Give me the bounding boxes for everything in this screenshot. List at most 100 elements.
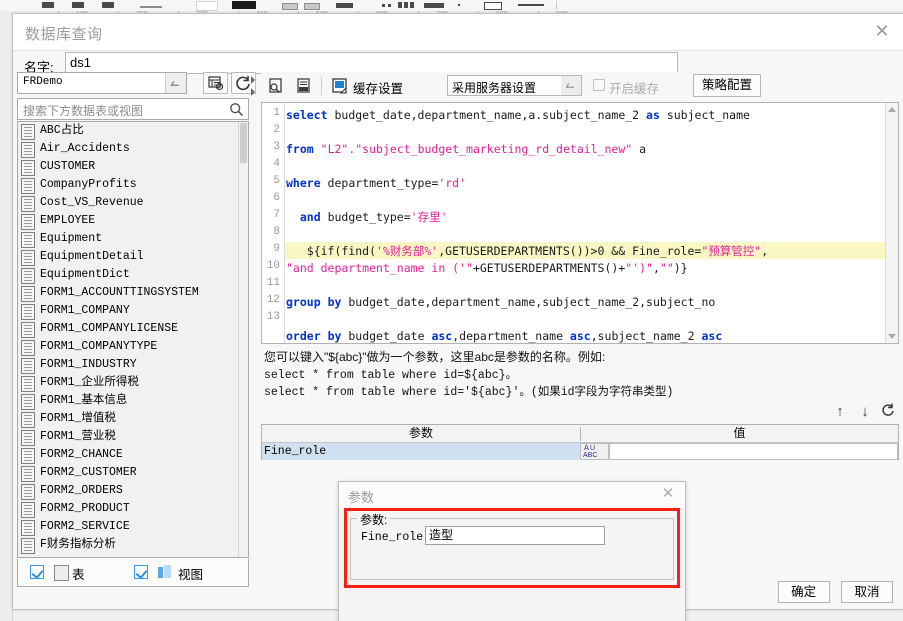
- cache-mode-select[interactable]: 采用服务器设置: [447, 75, 582, 96]
- ok-button[interactable]: 确定: [777, 581, 830, 603]
- parameter-table[interactable]: 参数 值 Fine_role ＡU ABC: [261, 424, 899, 460]
- line-number: 5: [273, 175, 280, 187]
- parameter-hint-block: 您可以键入"${abc}"做为一个参数，这里abc是参数的名称。例如: sele…: [261, 346, 899, 408]
- table-filter-label: 表: [72, 568, 85, 582]
- column-header-param: 参数: [408, 426, 433, 440]
- list-item-label: FORM1_INDUSTRY: [40, 358, 137, 371]
- table-icon: [21, 286, 35, 302]
- database-connection-select[interactable]: FRDemo: [17, 72, 187, 94]
- list-item[interactable]: FORM1_增值税: [18, 410, 239, 428]
- list-item[interactable]: CUSTOMER: [18, 158, 239, 176]
- sql-toolbar: 缓存设置 采用服务器设置 开启缓存 策略配置: [261, 72, 899, 100]
- close-icon[interactable]: ✕: [871, 21, 893, 43]
- cancel-button[interactable]: 取消: [841, 581, 893, 603]
- list-item[interactable]: FORM1_COMPANY: [18, 302, 239, 320]
- table-list-scroll-thumb[interactable]: [240, 123, 247, 163]
- code-line[interactable]: select budget_date,department_name,a.sub…: [286, 107, 750, 123]
- code-line[interactable]: ${if(find('%财务部%',GETUSERDEPARTMENTS())>…: [286, 243, 768, 259]
- arrow-up-icon[interactable]: ↑: [831, 402, 849, 422]
- list-item[interactable]: FORM1_COMPANYLICENSE: [18, 320, 239, 338]
- table-list-scrollbar[interactable]: [238, 122, 248, 557]
- code-line[interactable]: and budget_type='存里': [286, 209, 448, 225]
- sql-line-number-gutter: 1 2 3 4 5 6 7 8 9 10 11 12 13: [262, 103, 285, 343]
- list-item-label: FORM2_CHANCE: [40, 448, 123, 461]
- sql-editor[interactable]: 1 2 3 4 5 6 7 8 9 10 11 12 13 select budget_date,dep…: [261, 102, 899, 344]
- list-item[interactable]: FORM2_PRODUCT: [18, 500, 239, 518]
- code-token: a: [632, 142, 647, 156]
- search-icon[interactable]: [229, 102, 244, 120]
- list-item[interactable]: CompanyProfits: [18, 176, 239, 194]
- code-line[interactable]: group by budget_date,department_name,sub…: [286, 294, 715, 310]
- list-item[interactable]: Cost_VS_Revenue: [18, 194, 239, 212]
- list-item[interactable]: EMPLOYEE: [18, 212, 239, 230]
- abc-string-type-icon[interactable]: ＡU ABC: [580, 443, 609, 460]
- list-item[interactable]: FORM1_COMPANYTYPE: [18, 338, 239, 356]
- table-icon: [21, 466, 35, 482]
- code-token: budget_type=: [320, 210, 411, 224]
- table-icon: [21, 358, 35, 374]
- table-filter-checkbox[interactable]: [30, 565, 44, 579]
- scroll-up-icon[interactable]: [888, 107, 896, 112]
- view-filter-checkbox[interactable]: [134, 565, 148, 579]
- splitter-collapse-left-icon[interactable]: [251, 76, 255, 84]
- bg-toolbar-glyph: [404, 2, 408, 8]
- code-token: '%财务部%': [376, 244, 439, 258]
- list-item[interactable]: ABC占比: [18, 122, 239, 140]
- list-item[interactable]: FORM1_ACCOUNTTINGSYSTEM: [18, 284, 239, 302]
- list-item[interactable]: FORM1_INDUSTRY: [18, 356, 239, 374]
- line-number: 6: [273, 192, 280, 204]
- bg-toolbar-glyph: [140, 6, 162, 8]
- screen-root: 100 200 300 400 500 600 700 800 900 数据库查…: [0, 0, 903, 621]
- search-input[interactable]: 搜索下方数据表或视图: [17, 98, 249, 120]
- code-line[interactable]: "and department_name in ('"+GETUSERDEPAR…: [286, 260, 688, 276]
- list-item[interactable]: EquipmentDict: [18, 266, 239, 284]
- preview-sql-icon[interactable]: [265, 75, 287, 97]
- code-line[interactable]: where department_type='rd': [286, 175, 466, 191]
- list-item[interactable]: FORM1_企业所得税: [18, 374, 239, 392]
- list-item-label: ABC占比: [40, 124, 84, 137]
- line-number: 2: [273, 124, 280, 136]
- parameter-name-cell[interactable]: Fine_role: [262, 443, 580, 460]
- code-line[interactable]: order by budget_date asc,department_name…: [286, 328, 722, 343]
- list-item-label: FORM2_PRODUCT: [40, 502, 130, 515]
- table-list[interactable]: ABC占比 Air_Accidents CUSTOMER CompanyProfits…: [17, 121, 249, 558]
- splitter-collapse-right-icon[interactable]: [251, 88, 255, 96]
- list-item[interactable]: Air_Accidents: [18, 140, 239, 158]
- code-token: as: [646, 108, 660, 122]
- refresh-params-icon[interactable]: [879, 402, 897, 422]
- table-icon: [21, 340, 35, 356]
- enable-cache-checkbox[interactable]: [593, 79, 605, 91]
- bg-toolbar-glyph: [42, 2, 54, 8]
- parameter-value-cell[interactable]: [609, 443, 898, 460]
- table-icon: [21, 178, 35, 194]
- table-icon: [21, 520, 35, 536]
- edit-datasource-icon[interactable]: [203, 72, 228, 94]
- list-item[interactable]: FORM2_ORDERS: [18, 482, 239, 500]
- chevron-down-icon[interactable]: [561, 76, 581, 95]
- list-item[interactable]: EquipmentDetail: [18, 248, 239, 266]
- arrow-down-icon[interactable]: ↓: [856, 402, 874, 422]
- code-token: and: [299, 210, 321, 224]
- list-item[interactable]: Equipment: [18, 230, 239, 248]
- list-item[interactable]: FORM1_基本信息: [18, 392, 239, 410]
- policy-config-button[interactable]: 策略配置: [693, 74, 761, 97]
- cache-settings-icon[interactable]: [329, 75, 351, 97]
- bg-toolbar-glyph: [196, 1, 218, 11]
- code-line[interactable]: from "L2"."subject_budget_marketing_rd_d…: [286, 141, 646, 157]
- format-sql-icon[interactable]: [293, 75, 315, 97]
- list-item[interactable]: FORM2_SERVICE: [18, 518, 239, 536]
- table-icon: [21, 124, 35, 140]
- list-item[interactable]: FORM2_CHANCE: [18, 446, 239, 464]
- list-item[interactable]: F财务指标分析: [18, 536, 239, 554]
- code-token: budget_date,department_name,a.subject_na…: [327, 108, 647, 122]
- chevron-down-icon[interactable]: [165, 73, 186, 93]
- table-row[interactable]: Fine_role ＡU ABC: [262, 443, 898, 460]
- close-icon[interactable]: ✕: [659, 485, 677, 503]
- panel-splitter-arrows[interactable]: [250, 74, 259, 98]
- scroll-down-icon[interactable]: [888, 334, 896, 339]
- edit-datasource-glyph: [208, 76, 224, 91]
- list-item[interactable]: FORM2_CUSTOMER: [18, 464, 239, 482]
- sql-editor-scrollbar[interactable]: [885, 103, 898, 343]
- list-item[interactable]: FORM1_营业税: [18, 428, 239, 446]
- dataset-name-input[interactable]: ds1: [65, 52, 678, 74]
